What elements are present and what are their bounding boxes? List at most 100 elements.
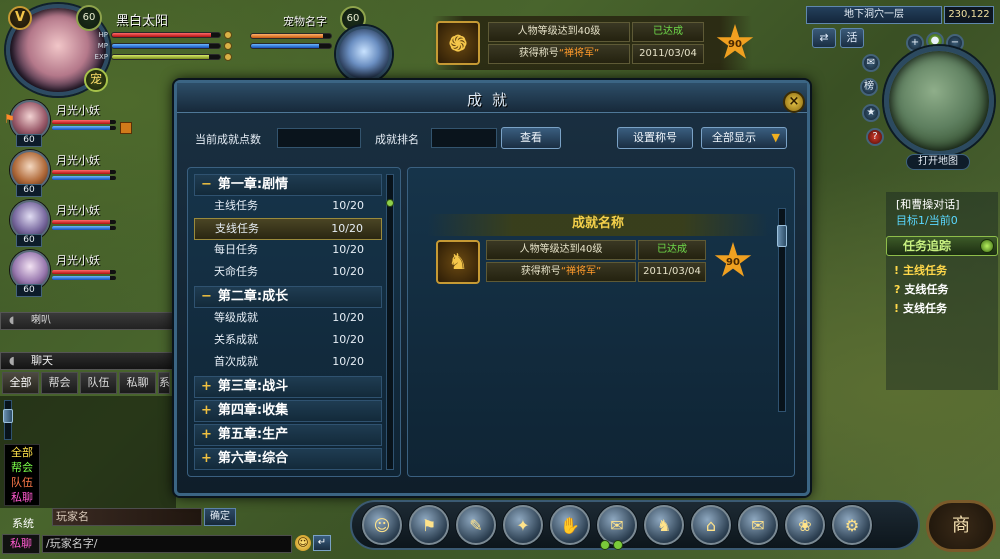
detail-scroll-thumb[interactable]	[777, 225, 787, 247]
chapter-header-combat[interactable]: + 第三章:战斗	[194, 376, 382, 398]
chapter-header-collection[interactable]: + 第四章:收集	[194, 400, 382, 422]
exp-label: EXP	[94, 53, 108, 61]
chapter-header-general[interactable]: + 第六章:综合	[194, 448, 382, 470]
party-member-hp-fill	[52, 270, 110, 274]
chat-tab-system[interactable]: 系	[158, 372, 170, 394]
player-name-input[interactable]: 玩家名	[52, 508, 202, 526]
chapter-header-growth[interactable]: − 第二章:成长	[194, 286, 382, 308]
chapter-subitem[interactable]: 关系成就 10/20	[194, 330, 382, 352]
help-button[interactable]: ?	[866, 128, 884, 146]
open-map-button[interactable]: 打开地图	[906, 154, 970, 170]
achievement-entry[interactable]: ♞ 人物等级达到40级 已达成 获得称号“禅将军” 2011/03/04 90	[432, 238, 772, 290]
chat-tab-guild[interactable]: 帮会	[41, 372, 78, 394]
chapter-subitem[interactable]: 天命任务 10/20	[194, 262, 382, 284]
chapter-subitem[interactable]: 首次成就 10/20	[194, 352, 382, 374]
quest-track-label: 任务追踪	[903, 239, 952, 253]
quest-marker-icon: !	[894, 302, 900, 315]
quest-item-main[interactable]: ! 主线任务	[894, 262, 948, 278]
guild-icon[interactable]: ⌂	[691, 505, 731, 545]
view-button[interactable]: 查看	[501, 127, 561, 149]
page-dot-icon[interactable]	[600, 540, 610, 550]
detail-scrollbar[interactable]	[777, 208, 787, 412]
chat-scrollbar[interactable]	[3, 400, 13, 440]
chapter-subitem[interactable]: 每日任务 10/20	[194, 240, 382, 262]
switch-line-button[interactable]: ⇄	[812, 28, 836, 48]
mail-icon[interactable]: ✉	[738, 505, 778, 545]
achievement-book-icon[interactable]: ❀	[785, 505, 825, 545]
handshake-icon[interactable]: ✋	[550, 505, 590, 545]
chat-filter-private[interactable]: 私聊	[11, 490, 39, 505]
chat-tab-all[interactable]: 全部	[2, 372, 39, 394]
expand-icon: +	[201, 451, 212, 466]
achievement-reward-prefix: 获得称号	[520, 266, 561, 277]
pet-icon[interactable]: ♞	[644, 505, 684, 545]
hp-bar-fill	[112, 33, 212, 37]
exp-row: EXP	[92, 53, 232, 61]
activity-button[interactable]: 活	[840, 28, 864, 48]
achievement-points: 90	[726, 257, 740, 268]
hp-label: HP	[98, 31, 109, 39]
skill-icon[interactable]: ✦	[503, 505, 543, 545]
settings-gear-icon[interactable]: ⚙	[832, 505, 872, 545]
pet-portrait[interactable]	[336, 26, 392, 82]
emoji-icon[interactable]: ☺	[295, 535, 311, 551]
chat-message-input[interactable]: /玩家名字/	[42, 535, 292, 553]
party-member-name: 月光小妖	[56, 204, 100, 217]
page-dot-icon[interactable]	[613, 540, 623, 550]
party-leader-flag-icon: ⚑	[4, 112, 15, 126]
achievement-points-star-icon: 90	[716, 24, 754, 59]
mail-icon[interactable]: ✉	[862, 54, 880, 72]
minimap[interactable]	[884, 46, 994, 156]
close-icon[interactable]: ×	[783, 91, 805, 113]
scroll-icon[interactable]: ✉	[597, 505, 637, 545]
party-member-level: 60	[16, 134, 42, 147]
achievement-icon[interactable]: ★	[862, 104, 880, 122]
quest-marker-icon: ?	[894, 283, 901, 296]
quest-item-side[interactable]: ? 支线任务	[894, 281, 948, 297]
chat-filter-team[interactable]: 队伍	[11, 475, 39, 490]
ranking-button[interactable]: 榜	[860, 78, 878, 96]
chat-filter-system[interactable]: 系统	[12, 516, 34, 531]
chapter-scroll-thumb[interactable]	[386, 199, 394, 207]
quest-target-progress: 目标1/当前0	[896, 214, 958, 227]
horn-chat-bar[interactable]: ◖ 喇叭	[0, 312, 176, 330]
chat-filter-all[interactable]: 全部	[11, 445, 39, 460]
chapter-header-production[interactable]: + 第五章:生产	[194, 424, 382, 446]
mp-label: MP	[97, 42, 108, 50]
quest-track-toggle-icon[interactable]	[980, 239, 994, 253]
chapter-header-story[interactable]: − 第一章:剧情	[194, 174, 382, 196]
chat-header[interactable]: ◖ 聊天	[0, 352, 176, 370]
party-member-hp-fill	[52, 220, 110, 224]
chapter-subitem[interactable]: 等级成就 10/20	[194, 308, 382, 330]
notify-requirement: 人物等级达到40级	[488, 22, 630, 42]
display-filter-dropdown[interactable]: 全部显示 ▼	[701, 127, 787, 149]
shop-button[interactable]: 商	[926, 500, 996, 552]
vip-badge[interactable]: V	[8, 6, 32, 30]
chat-scroll-thumb[interactable]	[3, 409, 13, 423]
chapter-scrollbar[interactable]	[386, 174, 394, 470]
achievement-requirement: 人物等级达到40级	[486, 240, 636, 260]
pet-summon-badge[interactable]: 宠	[84, 68, 108, 92]
action-bar-pager[interactable]	[600, 540, 623, 550]
chat-filter-guild[interactable]: 帮会	[11, 460, 39, 475]
set-title-button[interactable]: 设置称号	[617, 127, 693, 149]
subitem-progress: 10/20	[332, 265, 364, 278]
send-icon[interactable]: ↵	[313, 535, 331, 551]
chat-tab-team[interactable]: 队伍	[80, 372, 117, 394]
quest-item-side[interactable]: ! 支线任务	[894, 300, 948, 316]
exp-orb-icon	[224, 53, 232, 61]
chat-log[interactable]: 全部 帮会 队伍 私聊	[0, 396, 176, 508]
bag-icon[interactable]: ⚑	[409, 505, 449, 545]
quest-talk-objective[interactable]: [和曹操对话]	[896, 196, 960, 212]
chat-tab-private[interactable]: 私聊	[119, 372, 156, 394]
collapse-icon: −	[201, 289, 212, 304]
book-icon[interactable]: ✎	[456, 505, 496, 545]
quest-item-label: 主线任务	[903, 264, 948, 277]
chat-channel-button[interactable]: 私聊	[2, 534, 40, 554]
window-title: 成就	[466, 91, 517, 109]
chapter-subitem-selected[interactable]: 支线任务 10/20	[194, 218, 382, 240]
horn-icon: ◖	[9, 315, 15, 326]
hero-icon[interactable]: ☺	[362, 505, 402, 545]
chapter-subitem[interactable]: 主线任务 10/20	[194, 196, 382, 218]
confirm-button[interactable]: 确定	[204, 508, 236, 526]
